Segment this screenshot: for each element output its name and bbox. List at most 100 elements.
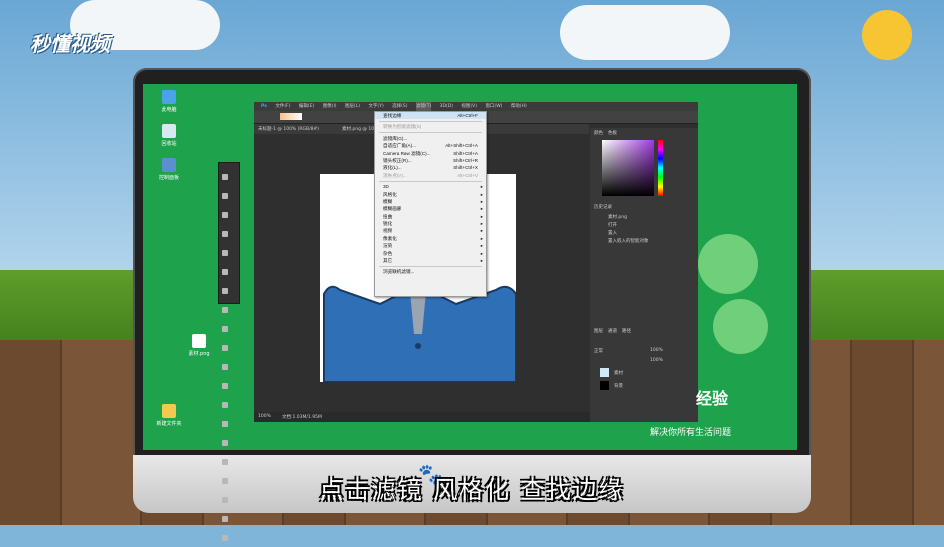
hue-slider[interactable] (658, 140, 663, 196)
menu-item-label: 查找边缘 (383, 113, 402, 118)
fill-value[interactable]: 100% (650, 358, 663, 363)
submenu-arrow-icon: ▸ (480, 191, 483, 197)
menu-select[interactable]: 选择(S) (392, 102, 407, 111)
video-subtitle: 点击滤镜 风格化 查找边缘 (319, 476, 625, 504)
desktop-icon-label: 素材.png (188, 351, 210, 357)
menu-window[interactable]: 窗口(W) (485, 102, 502, 111)
desktop-icon-recycle-bin[interactable]: 回收站 (149, 124, 189, 147)
menu-item-shortcut: Alt+Shift+Ctrl+A (445, 143, 478, 149)
filter-menu-item[interactable]: 滤镜库(G)... (375, 135, 486, 142)
type-tool-icon[interactable] (222, 459, 228, 465)
ps-toolbar (218, 162, 240, 541)
hand-tool-icon[interactable] (222, 516, 228, 522)
menu-item-label: Camera Raw 滤镜(C)... (383, 150, 431, 156)
menu-file[interactable]: 文件(F) (275, 102, 290, 111)
desktop-icon-new-folder[interactable]: 新建文件夹 (149, 404, 189, 427)
folder-icon (162, 404, 176, 418)
panel-tab-color[interactable]: 颜色 (594, 130, 603, 136)
filter-menu-item[interactable]: 视频 ▸ (375, 227, 486, 234)
menu-image[interactable]: 图像(I) (323, 102, 337, 111)
eraser-tool-icon[interactable] (222, 364, 228, 370)
move-tool-icon[interactable] (222, 174, 228, 180)
filter-menu-item[interactable]: 模糊画廊 ▸ (375, 205, 486, 212)
menu-separator (379, 180, 482, 182)
filter-menu-item[interactable]: Camera Raw 滤镜(C)... Shift+Ctrl+A (375, 150, 486, 157)
doc-size: 文档:1.03M/1.95M (282, 415, 322, 420)
menu-separator (379, 120, 482, 122)
menu-type[interactable]: 文字(Y) (368, 102, 383, 111)
panel-tab-layers[interactable]: 图层 (594, 328, 603, 334)
menu-item-label: 模糊画廊 (383, 206, 402, 212)
menu-filter[interactable]: 滤镜(T) (415, 102, 432, 111)
menu-item-label: 转换为智能滤镜(S) (383, 124, 422, 130)
marquee-tool-icon[interactable] (222, 193, 228, 199)
zoom-tool-icon[interactable] (222, 535, 228, 541)
history-brush-icon[interactable] (222, 345, 228, 351)
stamp-tool-icon[interactable] (222, 326, 228, 332)
filter-menu-item[interactable]: 锐化 ▸ (375, 220, 486, 227)
filter-menu-item: 转换为智能滤镜(S) (375, 123, 486, 130)
submenu-arrow-icon: ▸ (480, 250, 483, 256)
desktop-icon-this-pc[interactable]: 此电脑 (149, 90, 189, 113)
filter-menu-item[interactable]: 液化(L)... Shift+Ctrl+X (375, 164, 486, 171)
desktop-icon-label: 新建文件夹 (156, 421, 182, 427)
layer-name[interactable]: 素材 (614, 370, 623, 376)
menu-item-label: 锐化 (383, 221, 393, 227)
menu-item-shortcut: Shift+Ctrl+X (453, 165, 478, 171)
menu-item-shortcut: Alt+Ctrl+V (457, 172, 478, 178)
history-item[interactable]: 打开 (608, 222, 617, 228)
menu-view[interactable]: 视图(V) (461, 102, 477, 111)
blend-mode-select[interactable]: 正常 (594, 348, 603, 354)
dodge-tool-icon[interactable] (222, 421, 228, 427)
menu-item-label: 自适应广角(A)... (383, 143, 416, 149)
menu-separator (379, 132, 482, 134)
desktop-icon-image-file[interactable]: 素材.png (179, 334, 219, 357)
lasso-tool-icon[interactable] (222, 212, 228, 218)
menu-item-label: 杂色 (383, 250, 393, 256)
history-item[interactable]: 素材.png (608, 214, 627, 220)
layer-name[interactable]: 背景 (614, 383, 623, 389)
cloud (560, 5, 730, 60)
menu-layer[interactable]: 图层(L) (345, 102, 360, 111)
brush-tool-icon[interactable] (222, 307, 228, 313)
menu-item-label: 镜头校正(R)... (383, 157, 412, 163)
filter-menu-item[interactable]: 浏览联机滤镜... (375, 268, 486, 275)
menu-item-label: 滤镜库(G)... (383, 135, 408, 141)
filter-menu-item[interactable]: 其它 ▸ (375, 257, 486, 264)
gradient-tool-icon[interactable] (222, 383, 228, 389)
menu-3d[interactable]: 3D(D) (440, 102, 453, 111)
ps-logo-icon: Ps (261, 104, 267, 109)
wand-tool-icon[interactable] (222, 231, 228, 237)
filter-menu-item[interactable]: 镜头校正(R)... Shift+Ctrl+R (375, 157, 486, 164)
panel-tab-channels[interactable]: 通道 (608, 328, 617, 334)
pen-tool-icon[interactable] (222, 440, 228, 446)
filter-menu-item[interactable]: 杂色 ▸ (375, 250, 486, 257)
filter-menu-item[interactable]: 风格化 ▸ (375, 191, 486, 198)
filter-menu-item[interactable]: 3D ▸ (375, 183, 486, 190)
ps-status-bar: 100% 文档:1.03M/1.95M (254, 412, 590, 422)
opacity-value[interactable]: 100% (650, 348, 663, 353)
filter-menu-item[interactable]: 扭曲 ▸ (375, 213, 486, 220)
crop-tool-icon[interactable] (222, 250, 228, 256)
desktop-icon-label: 回收站 (161, 141, 177, 147)
color-picker-field[interactable] (602, 140, 654, 196)
eyedropper-tool-icon[interactable] (222, 269, 228, 275)
filter-menu-item[interactable]: 自适应广角(A)... Alt+Shift+Ctrl+A (375, 142, 486, 149)
panel-tab-swatches[interactable]: 色板 (608, 130, 617, 136)
history-item[interactable]: 置入嵌入的智能对象 (608, 238, 649, 244)
gradient-swatch[interactable] (280, 113, 302, 120)
filter-menu-item[interactable]: 渲染 ▸ (375, 242, 486, 249)
filter-menu-item[interactable]: 模糊 ▸ (375, 198, 486, 205)
panel-tab-paths[interactable]: 路径 (622, 328, 631, 334)
filter-menu-item[interactable]: 像素化 ▸ (375, 235, 486, 242)
menu-edit[interactable]: 编辑(E) (299, 102, 314, 111)
doc-tab[interactable]: 未标题-1 @ 100% (RGB/8#) (258, 126, 319, 132)
filter-menu-item[interactable]: 查找边缘 Alt+Ctrl+F (375, 112, 486, 120)
healing-tool-icon[interactable] (222, 288, 228, 294)
menu-item-label: 像素化 (383, 235, 397, 241)
filter-menu-item: 消失点(V)... Alt+Ctrl+V (375, 172, 486, 179)
menu-help[interactable]: 帮助(H) (511, 102, 527, 111)
blur-tool-icon[interactable] (222, 402, 228, 408)
desktop-icon-control-panel[interactable]: 控制面板 (149, 158, 189, 181)
history-item[interactable]: 置入 (608, 230, 617, 236)
